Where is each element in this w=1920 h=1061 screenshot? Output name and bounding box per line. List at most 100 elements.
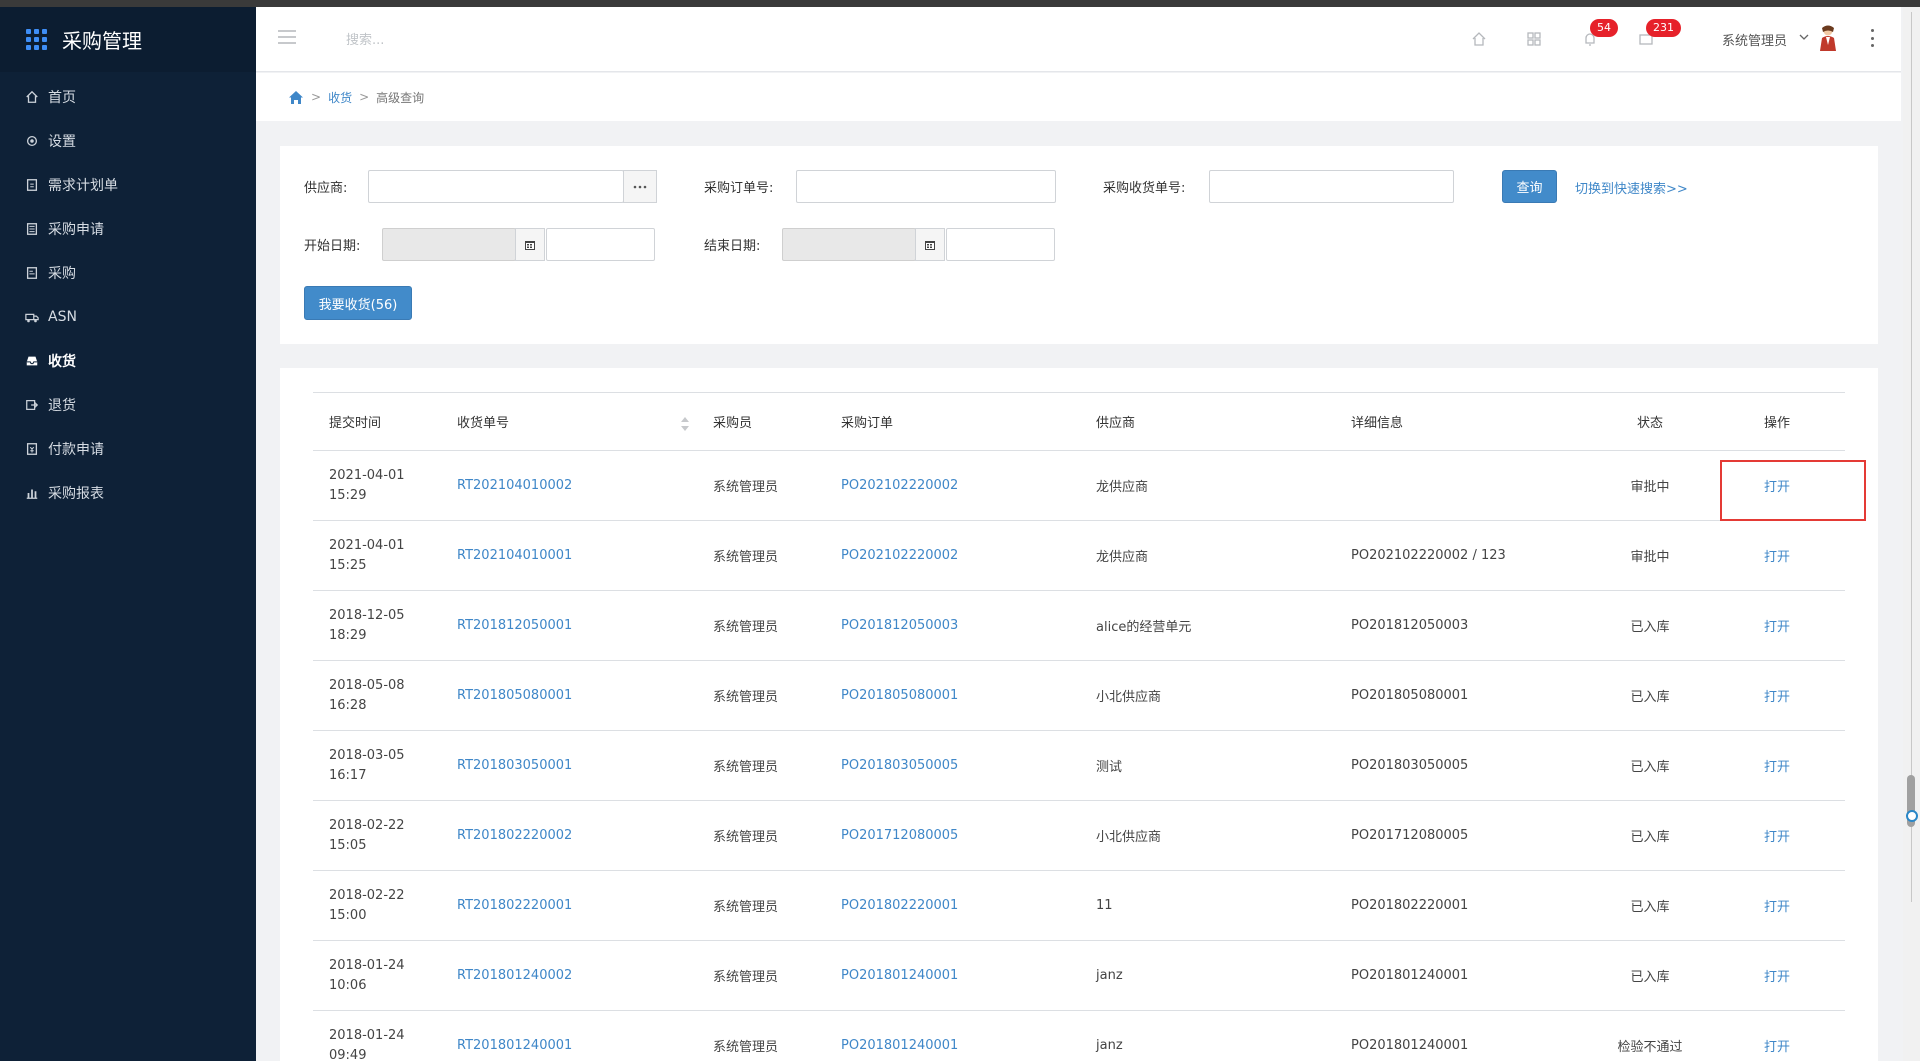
- column-header-detail[interactable]: 详细信息: [1335, 392, 1591, 451]
- quick-search-link[interactable]: 切换到快速搜索>>: [1575, 178, 1688, 197]
- column-header-submit-time[interactable]: 提交时间: [313, 392, 441, 451]
- end-date-calendar-button[interactable]: [915, 228, 945, 261]
- supplier-picker-button[interactable]: [623, 170, 657, 203]
- start-time-input[interactable]: [546, 228, 655, 261]
- cell-po-link[interactable]: PO201802220001: [825, 870, 1080, 941]
- cell-po-link[interactable]: PO202102220002: [825, 520, 1080, 591]
- sidebar-item-label: 付款申请: [48, 442, 104, 458]
- cell-receipt-link[interactable]: RT201812050001: [441, 590, 697, 661]
- cell-po-link[interactable]: PO201712080005: [825, 800, 1080, 871]
- cell-receipt-link[interactable]: RT201803050001: [441, 730, 697, 801]
- receive-goods-button[interactable]: 我要收货(56): [304, 286, 412, 320]
- cell-date: 2018-02-22: [329, 817, 405, 833]
- cell-po-link[interactable]: PO202102220002: [825, 450, 1080, 521]
- cell-date: 2018-12-05: [329, 607, 405, 623]
- cell-receipt-link[interactable]: RT201802220002: [441, 800, 697, 871]
- receipt-number-label: 采购收货单号:: [1103, 181, 1186, 196]
- brand[interactable]: 采购管理: [0, 7, 256, 72]
- sort-icon[interactable]: [679, 415, 691, 433]
- po-number-input[interactable]: [796, 170, 1056, 203]
- end-time-input[interactable]: [946, 228, 1055, 261]
- cell-po-link[interactable]: PO201805080001: [825, 660, 1080, 731]
- receipt-number-input[interactable]: [1209, 170, 1454, 203]
- cell-receipt-link[interactable]: RT201801240001: [441, 1010, 697, 1061]
- table-row: 2018-02-22 15:05 RT201802220002 系统管理员 PO2017…: [313, 800, 1845, 871]
- sidebar-item-receiving[interactable]: 收货: [0, 339, 256, 383]
- sidebar-item-label: 退货: [48, 398, 76, 414]
- cell-po-link[interactable]: PO201801240001: [825, 940, 1080, 1011]
- column-header-po[interactable]: 采购订单: [825, 392, 1080, 451]
- cell-detail: PO201805080001: [1335, 660, 1591, 731]
- cell-buyer: 系统管理员: [697, 730, 825, 801]
- cell-po-link[interactable]: PO201812050003: [825, 590, 1080, 661]
- column-header-receipt-no[interactable]: 收货单号: [441, 392, 697, 451]
- query-button[interactable]: 查询: [1502, 170, 1557, 203]
- column-header-supplier[interactable]: 供应商: [1080, 392, 1335, 451]
- cell-po-link[interactable]: PO201803050005: [825, 730, 1080, 801]
- sidebar-item-payment-request[interactable]: 付款申请: [0, 427, 256, 471]
- supplier-label: 供应商:: [304, 181, 348, 196]
- sidebar-item-returns[interactable]: 退货: [0, 383, 256, 427]
- sidebar-item-label: 采购申请: [48, 222, 104, 238]
- sidebar-item-demand-plan[interactable]: 需求计划单: [0, 163, 256, 207]
- open-link[interactable]: 打开: [1709, 870, 1845, 941]
- cell-receipt-link[interactable]: RT202104010001: [441, 520, 697, 591]
- more-options-icon[interactable]: [1869, 29, 1875, 47]
- cell-po-link[interactable]: PO201801240001: [825, 1010, 1080, 1061]
- home-icon[interactable]: [1469, 29, 1489, 49]
- open-link[interactable]: 打开: [1709, 730, 1845, 801]
- column-header-status[interactable]: 状态: [1591, 392, 1709, 451]
- sidebar-item-home[interactable]: 首页: [0, 75, 256, 119]
- scrollbar-knob[interactable]: [1906, 810, 1918, 822]
- cell-supplier: 小北供应商: [1080, 660, 1335, 731]
- bell-icon[interactable]: 54: [1580, 19, 1618, 49]
- open-link[interactable]: 打开: [1709, 940, 1845, 1011]
- cell-time: 15:29: [329, 487, 367, 503]
- user-name[interactable]: 系统管理员: [1722, 30, 1787, 49]
- cell-receipt-link[interactable]: RT201805080001: [441, 660, 697, 731]
- breadcrumb-separator: >: [359, 90, 370, 104]
- gear-icon: [24, 133, 40, 149]
- open-link[interactable]: 打开: [1709, 590, 1845, 661]
- cell-receipt-link[interactable]: RT201801240002: [441, 940, 697, 1011]
- cell-receipt-link[interactable]: RT201802220001: [441, 870, 697, 941]
- breadcrumb-home-icon[interactable]: [288, 90, 304, 105]
- sidebar-item-settings[interactable]: 设置: [0, 119, 256, 163]
- column-header-buyer[interactable]: 采购员: [697, 392, 825, 451]
- open-link[interactable]: 打开: [1709, 520, 1845, 591]
- sidebar-item-label: 收货: [48, 354, 76, 370]
- cell-detail: PO201801240001: [1335, 1010, 1591, 1061]
- breadcrumb-current: 高级查询: [376, 90, 425, 105]
- open-link[interactable]: 打开: [1709, 800, 1845, 871]
- search-input[interactable]: [346, 29, 546, 51]
- table-row: 2021-04-01 15:25 RT202104010001 系统管理员 PO2021…: [313, 520, 1845, 591]
- apps-grid-icon[interactable]: [26, 28, 48, 51]
- open-link[interactable]: 打开: [1709, 660, 1845, 731]
- sidebar-item-purchase[interactable]: 采购: [0, 251, 256, 295]
- breadcrumb-receiving[interactable]: 收货: [328, 89, 352, 106]
- cell-supplier: 龙供应商: [1080, 520, 1335, 591]
- apps-icon[interactable]: [1524, 29, 1544, 49]
- open-link[interactable]: 打开: [1709, 450, 1845, 521]
- cell-status: 已入库: [1591, 940, 1709, 1011]
- supplier-input[interactable]: [368, 170, 624, 203]
- sidebar-item-label: 首页: [48, 90, 76, 106]
- table-row: 2018-02-22 15:00 RT201802220001 系统管理员 PO2018…: [313, 870, 1845, 941]
- top-header: 54 231 系统管理员: [256, 7, 1901, 72]
- cell-status: 已入库: [1591, 730, 1709, 801]
- avatar[interactable]: [1818, 25, 1838, 51]
- sidebar-item-purchase-report[interactable]: 采购报表: [0, 471, 256, 515]
- sidebar: 采购管理 首页 设置 需求计划单 采购申请 采购 ASN 收货 退货 付款申请 …: [0, 7, 256, 1061]
- chevron-down-icon[interactable]: [1798, 31, 1810, 43]
- start-date-calendar-button[interactable]: [515, 228, 545, 261]
- cell-buyer: 系统管理员: [697, 940, 825, 1011]
- sidebar-item-asn[interactable]: ASN: [0, 295, 256, 339]
- cell-receipt-link[interactable]: RT202104010002: [441, 450, 697, 521]
- sidebar-item-purchase-request[interactable]: 采购申请: [0, 207, 256, 251]
- list-icon: [24, 265, 40, 281]
- menu-toggle-icon[interactable]: [278, 30, 296, 44]
- cell-detail: PO201802220001: [1335, 870, 1591, 941]
- open-link[interactable]: 打开: [1709, 1010, 1845, 1061]
- sidebar-item-label: 需求计划单: [48, 178, 118, 194]
- message-icon[interactable]: 231: [1636, 19, 1681, 49]
